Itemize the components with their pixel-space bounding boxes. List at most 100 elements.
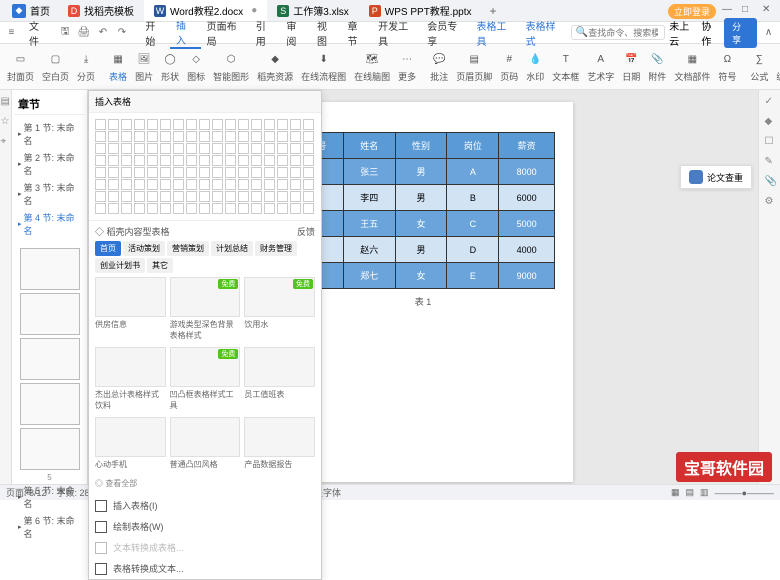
grid-cell[interactable] — [303, 203, 314, 214]
table-cell[interactable]: 8000 — [499, 159, 555, 185]
grid-cell[interactable] — [134, 131, 145, 142]
page-thumbnail[interactable] — [20, 338, 80, 380]
grid-cell[interactable] — [160, 119, 171, 130]
template-category-tab[interactable]: 活动策划 — [123, 241, 165, 256]
grid-cell[interactable] — [186, 131, 197, 142]
table-header-cell[interactable]: 性别 — [395, 133, 447, 159]
grid-cell[interactable] — [160, 191, 171, 202]
grid-cell[interactable] — [225, 143, 236, 154]
ribbon-符号[interactable]: Ω符号 — [715, 50, 739, 83]
ribbon-文本框[interactable]: T文本框 — [549, 50, 582, 83]
grid-cell[interactable] — [251, 131, 262, 142]
table-cell[interactable]: 9000 — [499, 263, 555, 289]
menu-item-1[interactable]: 插入 — [170, 17, 201, 49]
menu-item-2[interactable]: 页面布局 — [201, 18, 250, 48]
grid-cell[interactable] — [95, 131, 106, 142]
grid-cell[interactable] — [199, 155, 210, 166]
grid-cell[interactable] — [277, 191, 288, 202]
grid-cell[interactable] — [251, 203, 262, 214]
view-all-link[interactable]: ◎ 查看全部 — [95, 476, 315, 491]
grid-cell[interactable] — [290, 167, 301, 178]
tab-template[interactable]: D 找稻壳模板 — [58, 0, 144, 21]
grid-cell[interactable] — [134, 179, 145, 190]
grid-cell[interactable] — [264, 179, 275, 190]
close-icon[interactable]: ● — [251, 5, 257, 16]
grid-cell[interactable] — [225, 131, 236, 142]
print-icon[interactable]: 🖨 — [77, 25, 92, 41]
grid-cell[interactable] — [277, 155, 288, 166]
ribbon-文档部件[interactable]: ▦文档部件 — [671, 50, 713, 83]
table-cell[interactable]: 王五 — [343, 211, 395, 237]
ribbon-更多[interactable]: ⋯更多 — [395, 50, 419, 83]
table-cell[interactable]: 张三 — [343, 159, 395, 185]
grid-cell[interactable] — [264, 119, 275, 130]
view-outline-icon[interactable]: ▥ — [700, 487, 709, 498]
grid-cell[interactable] — [238, 131, 249, 142]
grid-cell[interactable] — [121, 179, 132, 190]
table-cell[interactable]: 郑七 — [343, 263, 395, 289]
table-template[interactable] — [244, 347, 315, 387]
grid-cell[interactable] — [160, 131, 171, 142]
chapter-item[interactable]: 第 6 节: 末命名 — [14, 512, 85, 542]
grid-cell[interactable] — [264, 191, 275, 202]
grid-cell[interactable] — [264, 167, 275, 178]
grid-cell[interactable] — [303, 119, 314, 130]
grid-cell[interactable] — [199, 191, 210, 202]
ribbon-在线流程图[interactable]: ⬇在线流程图 — [298, 50, 349, 83]
grid-cell[interactable] — [173, 179, 184, 190]
grid-cell[interactable] — [121, 167, 132, 178]
grid-cell[interactable] — [134, 143, 145, 154]
grid-cell[interactable] — [108, 119, 119, 130]
grid-cell[interactable] — [186, 119, 197, 130]
cloud-status[interactable]: 未上云 — [669, 18, 697, 48]
grid-cell[interactable] — [160, 179, 171, 190]
menu-item-9[interactable]: 表格工具 — [470, 18, 519, 48]
template-category-tab[interactable]: 营销策划 — [167, 241, 209, 256]
grid-cell[interactable] — [134, 155, 145, 166]
grid-cell[interactable] — [134, 119, 145, 130]
ribbon-页眉页脚[interactable]: ▤页眉页脚 — [453, 50, 495, 83]
grid-cell[interactable] — [212, 155, 223, 166]
ribbon-封面页[interactable]: ▭封面页 — [4, 50, 37, 83]
grid-cell[interactable] — [290, 143, 301, 154]
ribbon-水印[interactable]: 💧水印 — [523, 50, 547, 83]
grid-cell[interactable] — [95, 119, 106, 130]
grid-cell[interactable] — [186, 143, 197, 154]
chapter-item[interactable]: 第 1 节: 末命名 — [14, 119, 85, 149]
chevron-up-icon[interactable]: ∧ — [761, 25, 776, 41]
close-window-icon[interactable]: ✕ — [762, 4, 776, 18]
grid-cell[interactable] — [303, 143, 314, 154]
table-to-text-cmd[interactable]: 表格转换成文本... — [89, 558, 321, 579]
table-header-cell[interactable]: 姓名 — [343, 133, 395, 159]
grid-cell[interactable] — [108, 191, 119, 202]
grid-cell[interactable] — [212, 191, 223, 202]
grid-cell[interactable] — [121, 143, 132, 154]
table-header-cell[interactable]: 薪资 — [499, 133, 555, 159]
grid-cell[interactable] — [225, 167, 236, 178]
table-cell[interactable]: 男 — [395, 159, 447, 185]
table-cell[interactable]: C — [447, 211, 499, 237]
menu-item-10[interactable]: 表格样式 — [520, 18, 569, 48]
ribbon-图片[interactable]: 🖼图片 — [132, 50, 156, 83]
grid-cell[interactable] — [147, 191, 158, 202]
grid-cell[interactable] — [199, 179, 210, 190]
menu-item-4[interactable]: 审阅 — [280, 18, 311, 48]
style-icon[interactable]: ◆ — [765, 116, 775, 126]
grid-cell[interactable] — [108, 143, 119, 154]
grid-cell[interactable] — [199, 131, 210, 142]
ribbon-批注[interactable]: 💬批注 — [427, 50, 451, 83]
grid-cell[interactable] — [303, 131, 314, 142]
ribbon-附件[interactable]: 📎附件 — [645, 50, 669, 83]
plagiarism-check-button[interactable]: 论文查重 — [680, 165, 752, 189]
menu-item-0[interactable]: 开始 — [139, 18, 170, 48]
grid-cell[interactable] — [95, 179, 106, 190]
chapter-item[interactable]: 第 2 节: 末命名 — [14, 149, 85, 179]
chapter-item[interactable]: 第 4 节: 末命名 — [14, 209, 85, 239]
grid-cell[interactable] — [186, 167, 197, 178]
insert-table-cmd[interactable]: 插入表格(I) — [89, 495, 321, 516]
grid-cell[interactable] — [290, 131, 301, 142]
grid-cell[interactable] — [173, 191, 184, 202]
search-input[interactable] — [588, 28, 658, 38]
grid-cell[interactable] — [173, 143, 184, 154]
menu-item-7[interactable]: 开发工具 — [372, 18, 421, 48]
